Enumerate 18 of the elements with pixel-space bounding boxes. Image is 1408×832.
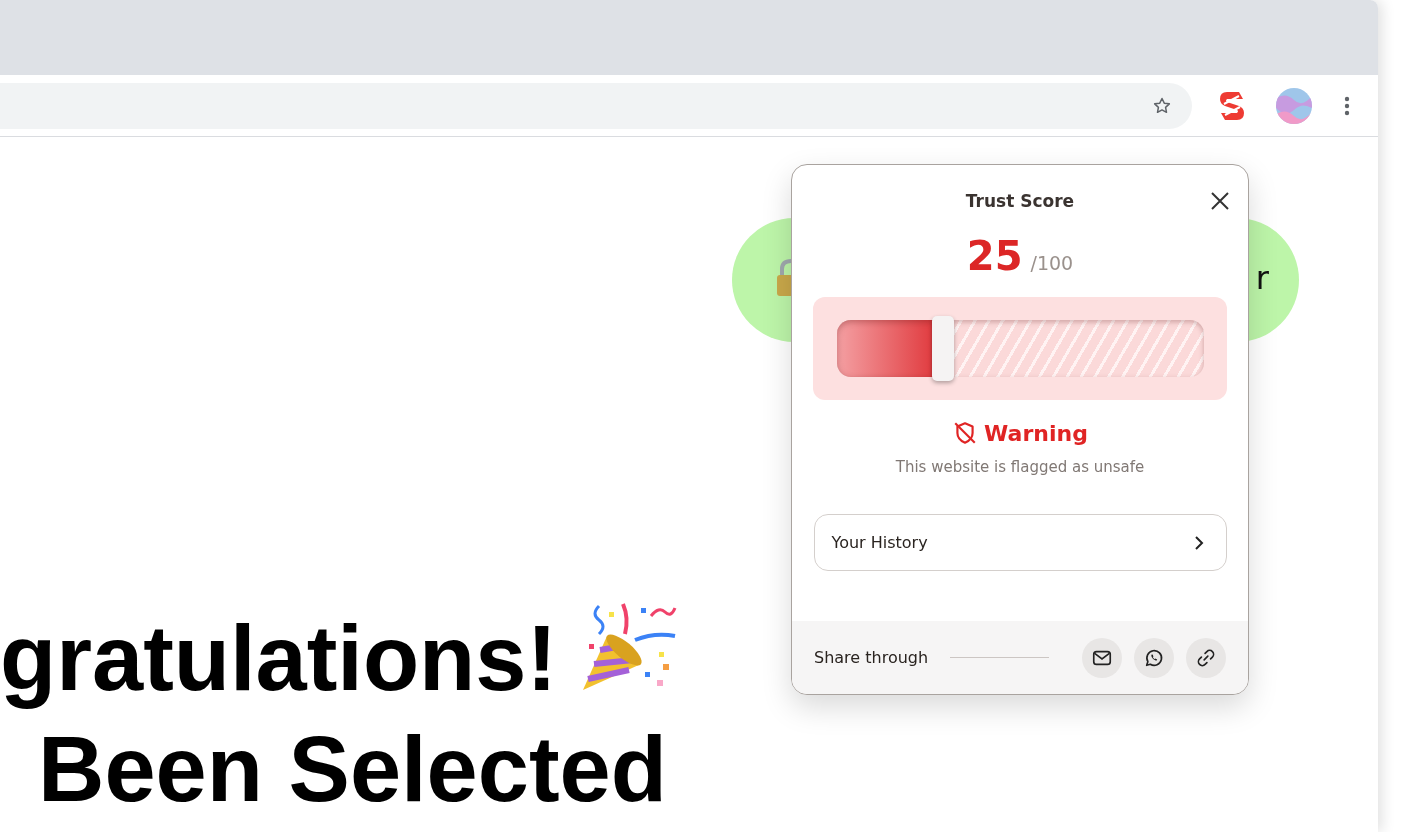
whatsapp-share-button[interactable]	[1134, 637, 1174, 678]
email-share-button[interactable]	[1082, 637, 1122, 678]
score-value: 25	[966, 233, 1023, 279]
close-icon[interactable]	[1211, 192, 1229, 210]
bookmark-star-icon[interactable]	[1152, 95, 1172, 116]
status-title: Warning	[984, 420, 1088, 446]
heading-line: gratulations!	[0, 606, 558, 711]
heading-line: Been Selected	[38, 717, 667, 822]
popup-title: Trust Score	[965, 191, 1075, 211]
status-message: This website is flagged as unsafe	[895, 458, 1145, 476]
score-max: /100	[1030, 252, 1074, 274]
chevron-right-icon	[1193, 534, 1204, 551]
menu-icon[interactable]	[1344, 95, 1350, 116]
history-button[interactable]: Your History	[813, 514, 1227, 571]
extension-logo-icon[interactable]	[1219, 90, 1245, 121]
banner-text: r	[1255, 260, 1269, 296]
link-share-button[interactable]	[1186, 637, 1226, 678]
share-label: Share through	[814, 648, 929, 667]
